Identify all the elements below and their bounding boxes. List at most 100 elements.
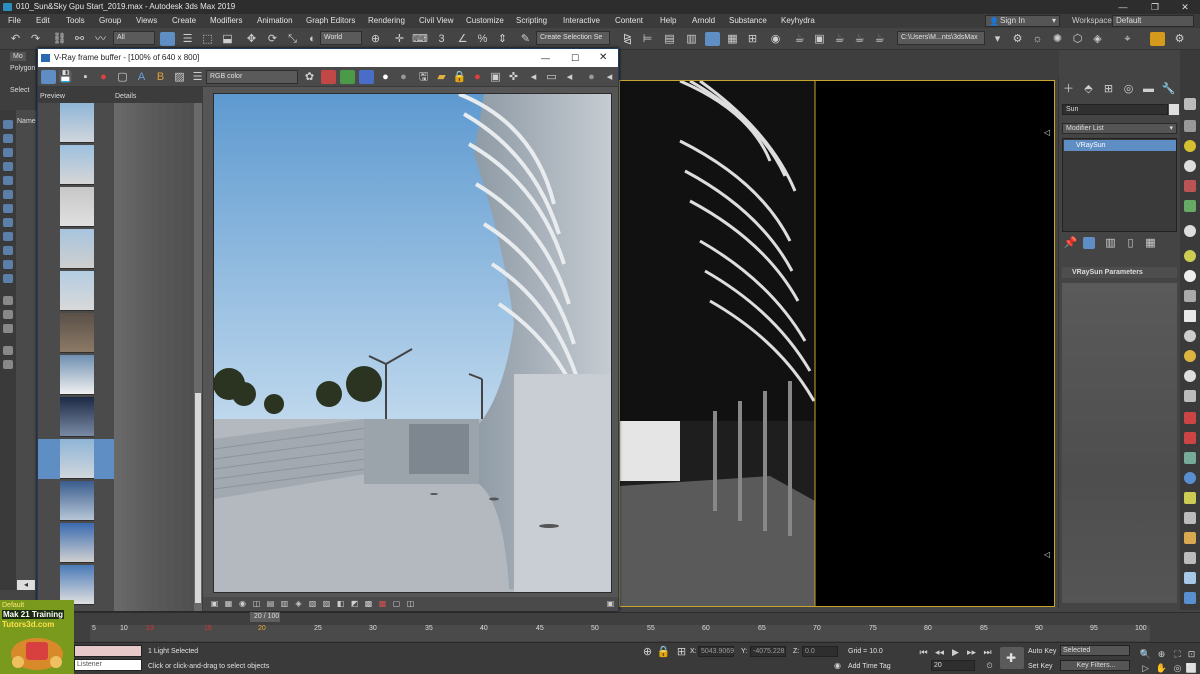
render-setup-icon[interactable]: ☕ — [792, 32, 807, 46]
history-item[interactable] — [60, 523, 94, 563]
project-path-field[interactable]: C:\Users\M...nts\3dsMax — [897, 31, 985, 45]
vray-settings-icon[interactable]: ⚙ — [1172, 32, 1187, 46]
minimize-button[interactable]: — — [1112, 0, 1134, 14]
copy-icon[interactable]: ▢ — [115, 70, 130, 84]
vray-toolbar-icon[interactable]: ⚙ — [1010, 32, 1025, 46]
vfb-minimize-button[interactable]: — — [541, 49, 550, 67]
save-all-icon[interactable]: ▪ — [78, 70, 93, 84]
menu-content[interactable]: Content — [615, 14, 643, 28]
vray-frame-buffer-button[interactable] — [1150, 32, 1165, 46]
display-none-icon[interactable] — [3, 120, 13, 129]
history-item[interactable] — [60, 145, 94, 185]
display-bones-icon[interactable] — [3, 246, 13, 255]
scroll-left-button[interactable]: ◂ — [17, 580, 35, 590]
history-item[interactable] — [60, 313, 94, 353]
display-spacewarps-icon[interactable] — [3, 204, 13, 213]
load-image-icon[interactable]: ▰ — [434, 70, 449, 84]
toolbar-icon[interactable] — [1184, 98, 1196, 110]
reference-coord-dropdown[interactable]: World — [320, 31, 362, 45]
toolbar-icon[interactable] — [1184, 432, 1196, 444]
fov-icon[interactable]: ▷ — [1138, 661, 1153, 674]
timeline-track[interactable]: 5 10 13 15 20 25 30 35 40 45 50 55 60 65… — [90, 625, 1150, 641]
vfb-status-icon[interactable]: ◫ — [403, 597, 418, 611]
align-icon[interactable]: ⊨ — [640, 32, 655, 46]
time-slider[interactable]: 20 / 100 — [250, 612, 280, 622]
vfb-status-icon[interactable]: ▩ — [361, 597, 376, 611]
select-object-button[interactable] — [160, 32, 175, 46]
unlink-icon[interactable]: ⚯ — [72, 32, 87, 46]
bind-spacewarp-icon[interactable]: 〰 — [93, 32, 108, 46]
vfb-status-icon[interactable]: ▧ — [305, 597, 320, 611]
render-channel-dropdown[interactable]: RGB color — [206, 70, 298, 84]
menu-edit[interactable]: Edit — [36, 14, 50, 28]
lock-icon[interactable]: 🔒 — [452, 70, 467, 84]
toolbar-icon[interactable] — [1184, 180, 1196, 192]
render-iterative-icon[interactable]: ☕ — [852, 32, 867, 46]
close-button[interactable]: ✕ — [1174, 0, 1196, 14]
menu-rendering[interactable]: Rendering — [368, 14, 405, 28]
polygon-modeling-label[interactable]: Polygon — [10, 65, 35, 72]
display-containers-icon[interactable] — [3, 260, 13, 269]
time-tag-icon[interactable]: ◉ — [830, 659, 845, 673]
name-column-header[interactable]: Name — [17, 118, 36, 125]
modifier-stack-item[interactable]: VRaySun — [1064, 140, 1176, 151]
selection-filter-dropdown[interactable]: All — [113, 31, 155, 45]
menu-views[interactable]: Views — [136, 14, 157, 28]
color-picker-icon[interactable]: ✿ — [302, 70, 317, 84]
maxscript-mini-listener[interactable] — [74, 645, 142, 657]
history-item[interactable] — [60, 565, 94, 605]
keyboard-shortcut-icon[interactable]: ⌨ — [412, 32, 428, 46]
rotate-icon[interactable]: ⟳ — [265, 32, 280, 46]
redo-icon[interactable]: ↷ — [28, 32, 43, 46]
rendered-frame-icon[interactable]: ▣ — [812, 32, 827, 46]
select-by-name-icon[interactable]: ☰ — [180, 32, 195, 46]
vfb-status-icon[interactable]: ▤ — [263, 597, 278, 611]
menu-substance[interactable]: Substance — [729, 14, 767, 28]
show-end-result-button[interactable] — [1083, 237, 1095, 249]
current-frame-field[interactable]: 20 — [931, 660, 975, 671]
select-label[interactable]: Select — [10, 87, 29, 94]
history-item[interactable] — [60, 355, 94, 395]
move-icon[interactable]: ✥ — [244, 32, 259, 46]
vfb-status-icon[interactable]: ▣ — [207, 597, 222, 611]
menu-interactive[interactable]: Interactive — [563, 14, 600, 28]
toolbar-icon[interactable] — [1184, 472, 1196, 484]
menu-help[interactable]: Help — [660, 14, 676, 28]
toolbar-icon[interactable] — [1184, 120, 1196, 132]
toolbar-icon[interactable] — [1184, 370, 1196, 382]
angle-snap-icon[interactable]: ∠ — [455, 32, 470, 46]
zoom-extents-all-icon[interactable]: ⊡ — [1184, 647, 1199, 661]
toolbar-icon[interactable] — [1184, 492, 1196, 504]
rect-selection-icon[interactable]: ⬚ — [200, 32, 215, 46]
zoom-all-icon[interactable]: ⊕ — [1154, 647, 1169, 661]
select-manipulate-icon[interactable]: ✛ — [392, 32, 407, 46]
history-scrollbar[interactable] — [194, 103, 202, 611]
object-color-swatch[interactable] — [1169, 104, 1179, 115]
x-coordinate-field[interactable]: 5043.9069 — [698, 646, 734, 657]
menu-keyhydra[interactable]: Keyhydra — [781, 14, 815, 28]
y-coordinate-field[interactable]: -4075.228 — [750, 646, 786, 657]
red-channel-button[interactable] — [321, 70, 336, 84]
vfb-status-icon[interactable]: ▢ — [389, 597, 404, 611]
vfb-status-icon[interactable]: ▩ — [375, 597, 390, 611]
menu-tools[interactable]: Tools — [66, 14, 85, 28]
vfb-history-button[interactable] — [41, 70, 56, 84]
sphere-icon[interactable] — [1184, 160, 1196, 172]
toolbar-icon[interactable] — [1184, 552, 1196, 564]
history-item[interactable] — [60, 103, 94, 143]
vfb-status-icon[interactable]: ▥ — [277, 597, 292, 611]
display-helpers-icon[interactable] — [3, 190, 13, 199]
menu-civil-view[interactable]: Civil View — [419, 14, 454, 28]
display-cameras-icon[interactable] — [3, 176, 13, 185]
create-tab-icon[interactable]: ＋ — [1061, 82, 1076, 96]
history-scroll-thumb[interactable] — [195, 393, 201, 603]
vfb-status-icon[interactable]: ◩ — [347, 597, 362, 611]
history-item[interactable] — [60, 187, 94, 227]
scale-icon[interactable]: ⤡ — [285, 32, 300, 46]
window-crossing-icon[interactable]: ⬓ — [220, 32, 235, 46]
vray-proxy-icon[interactable]: ◈ — [1090, 32, 1105, 46]
material-editor-icon[interactable]: ◉ — [768, 32, 783, 46]
listener-field[interactable]: Listener — [74, 659, 142, 671]
blue-channel-button[interactable] — [359, 70, 374, 84]
vfb-status-icon[interactable]: ◉ — [235, 597, 250, 611]
